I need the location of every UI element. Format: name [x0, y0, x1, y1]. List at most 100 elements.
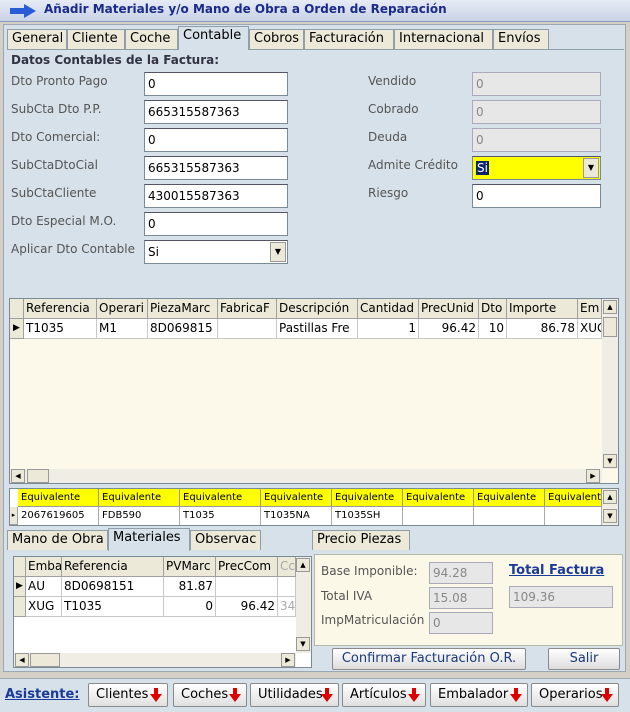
- table-cell[interactable]: 1: [358, 319, 419, 339]
- articulos-button[interactable]: Artículos: [342, 683, 426, 707]
- coches-button[interactable]: Coches: [173, 683, 247, 707]
- tab-cobros[interactable]: Cobros: [249, 29, 304, 49]
- table-cell[interactable]: M1: [97, 319, 148, 339]
- table-cell[interactable]: [216, 577, 278, 597]
- scroll-thumb[interactable]: [27, 469, 49, 483]
- col-header-operario[interactable]: Operari: [97, 299, 148, 319]
- exit-button[interactable]: Salir: [548, 648, 620, 670]
- col-header-emba[interactable]: Emba: [26, 557, 62, 577]
- table-cell[interactable]: 8D0698151: [62, 577, 164, 597]
- tab-contable[interactable]: Contable: [178, 26, 249, 50]
- scroll-thumb[interactable]: [30, 653, 60, 667]
- col-header-referencia[interactable]: Referencia: [24, 299, 97, 319]
- equiv-cell[interactable]: FDB590: [99, 507, 180, 525]
- col-header-em[interactable]: Em: [578, 299, 602, 319]
- tab-observaciones[interactable]: Observac: [190, 530, 261, 550]
- embalador-button[interactable]: Embalador: [430, 683, 528, 707]
- lines-grid[interactable]: Referencia Operari PiezaMarc FabricaF De…: [9, 298, 619, 484]
- vertical-scrollbar[interactable]: ▲ ▼: [602, 299, 618, 469]
- table-cell[interactable]: Pastillas Fre: [277, 319, 358, 339]
- col-header-preccom[interactable]: PrecCom: [216, 557, 278, 577]
- table-cell[interactable]: XUG: [26, 597, 62, 617]
- col-header-pvmarc[interactable]: PVMarc: [164, 557, 216, 577]
- tab-coche[interactable]: Coche: [125, 29, 178, 49]
- row-pointer-icon[interactable]: ▶: [14, 577, 26, 597]
- vertical-scrollbar[interactable]: ▲ ▼: [602, 489, 618, 525]
- row-pointer-icon[interactable]: ▸: [10, 507, 18, 525]
- equiv-cell[interactable]: [474, 507, 545, 525]
- clientes-button[interactable]: Clientes: [88, 683, 168, 707]
- table-cell[interactable]: T1035: [62, 597, 164, 617]
- table-cell[interactable]: 86.78: [507, 319, 578, 339]
- riesgo-field[interactable]: 0: [472, 184, 601, 208]
- horizontal-scrollbar[interactable]: ◀ ▶: [10, 469, 602, 483]
- table-cell[interactable]: [218, 319, 277, 339]
- tab-precio-piezas[interactable]: Precio Piezas: [312, 530, 410, 550]
- utilidades-button[interactable]: Utilidades: [250, 683, 339, 707]
- scroll-left-icon[interactable]: ◀: [15, 653, 29, 667]
- tab-general[interactable]: General: [7, 29, 67, 49]
- dto-pronto-pago-field[interactable]: 0: [144, 72, 288, 96]
- confirm-billing-button[interactable]: Confirmar Facturación O.R.: [332, 648, 526, 670]
- equiv-cell[interactable]: [403, 507, 474, 525]
- table-cell[interactable]: 96.42: [216, 597, 278, 617]
- equiv-cell[interactable]: T1035SH: [332, 507, 403, 525]
- dto-comercial-field[interactable]: 0: [144, 128, 288, 152]
- materials-grid[interactable]: Emba Referencia PVMarc PrecCom Cc ▶ AU 8…: [13, 556, 312, 668]
- table-cell[interactable]: 8D069815: [148, 319, 218, 339]
- chevron-down-icon[interactable]: ▼: [270, 242, 286, 262]
- col-header-dto[interactable]: Dto: [479, 299, 507, 319]
- scroll-right-icon[interactable]: ▶: [586, 469, 600, 483]
- scroll-left-icon[interactable]: ◀: [11, 469, 25, 483]
- tab-internacional[interactable]: Internacional: [394, 29, 493, 49]
- tab-cliente[interactable]: Cliente: [67, 29, 125, 49]
- equiv-cell[interactable]: [545, 507, 602, 525]
- col-header-precunid[interactable]: PrecUnid: [419, 299, 479, 319]
- chevron-down-icon[interactable]: ▼: [583, 158, 599, 178]
- vertical-scrollbar[interactable]: ▲ ▼: [296, 557, 311, 653]
- aplicar-dto-contable-select[interactable]: Si ▼: [144, 240, 288, 264]
- admite-credito-select[interactable]: Si ▼: [472, 156, 601, 180]
- horizontal-scrollbar[interactable]: ◀ ▶: [14, 653, 296, 667]
- table-cell[interactable]: 96.42: [419, 319, 479, 339]
- tab-facturacion[interactable]: Facturación: [304, 29, 394, 49]
- equiv-cell[interactable]: T1035NA: [261, 507, 332, 525]
- col-header-cantidad[interactable]: Cantidad: [358, 299, 419, 319]
- scroll-up-icon[interactable]: ▲: [603, 300, 617, 314]
- table-cell[interactable]: 0: [164, 597, 216, 617]
- table-cell[interactable]: 34: [278, 597, 296, 617]
- tab-mano-de-obra[interactable]: Mano de Obra: [7, 530, 108, 550]
- col-header-cc[interactable]: Cc: [278, 557, 296, 577]
- tab-materiales[interactable]: Materiales: [108, 528, 190, 551]
- scroll-right-icon[interactable]: ▶: [281, 653, 295, 667]
- subctacliente-field[interactable]: 430015587363: [144, 184, 288, 208]
- scroll-down-icon[interactable]: ▼: [296, 637, 310, 651]
- col-header-fabricante[interactable]: FabricaF: [218, 299, 277, 319]
- equivalents-grid[interactable]: Equivalente Equivalente Equivalente Equi…: [9, 488, 619, 526]
- dto-especial-mo-field[interactable]: 0: [144, 212, 288, 236]
- col-header-descripcion[interactable]: Descripción: [277, 299, 358, 319]
- table-cell[interactable]: 81.87: [164, 577, 216, 597]
- scroll-thumb[interactable]: [603, 317, 617, 337]
- scroll-down-icon[interactable]: ▼: [603, 509, 617, 523]
- scroll-up-icon[interactable]: ▲: [603, 490, 617, 504]
- subctadtocial-field[interactable]: 665315587363: [144, 156, 288, 180]
- equiv-cell[interactable]: 2067619605: [18, 507, 99, 525]
- table-cell[interactable]: [278, 577, 296, 597]
- operarios-button[interactable]: Operarios: [531, 683, 619, 707]
- col-header-importe[interactable]: Importe: [507, 299, 578, 319]
- col-header-referencia[interactable]: Referencia: [62, 557, 164, 577]
- total-factura-field: 109.36: [509, 586, 613, 608]
- table-cell[interactable]: T1035: [24, 319, 97, 339]
- scroll-down-icon[interactable]: ▼: [603, 454, 617, 468]
- equiv-cell[interactable]: T1035: [180, 507, 261, 525]
- table-cell[interactable]: XUG: [578, 319, 602, 339]
- table-cell[interactable]: AU: [26, 577, 62, 597]
- table-cell[interactable]: 10: [479, 319, 507, 339]
- row-selector[interactable]: [14, 597, 26, 617]
- subcta-dto-pp-field[interactable]: 665315587363: [144, 100, 288, 124]
- row-pointer-icon[interactable]: ▶: [10, 319, 24, 339]
- col-header-piezamarca[interactable]: PiezaMarc: [148, 299, 218, 319]
- scroll-up-icon[interactable]: ▲: [296, 558, 310, 572]
- tab-envios[interactable]: Envíos: [493, 29, 549, 49]
